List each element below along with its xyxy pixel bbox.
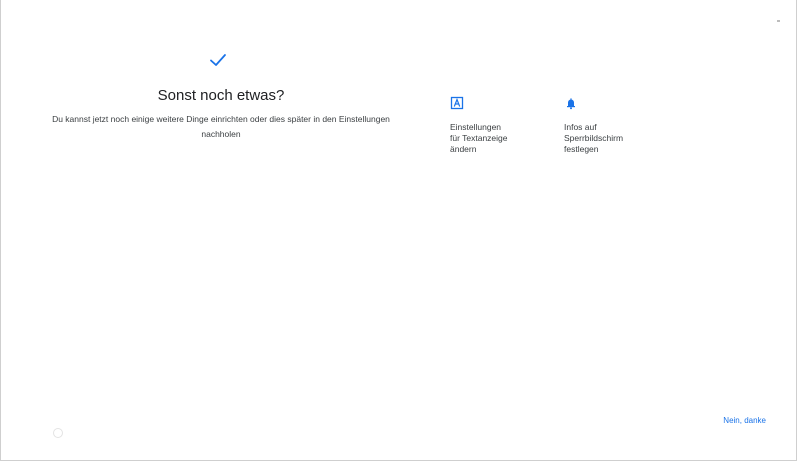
checkmark-icon (210, 54, 226, 66)
page-title: Sonst noch etwas? (157, 87, 285, 104)
text-display-icon (450, 96, 464, 110)
text-display-settings-option[interactable]: Einstellungen für Textanzeige ändern (450, 96, 560, 155)
lock-screen-info-option[interactable]: Infos auf Sperrbildschirm festlegen (564, 96, 674, 155)
lock-screen-info-label: Infos auf Sperrbildschirm festlegen (564, 122, 624, 154)
accessibility-icon[interactable] (53, 428, 63, 438)
status-indicator (777, 20, 780, 22)
text-display-settings-label: Einstellungen für Textanzeige ändern (450, 122, 508, 154)
no-thanks-button[interactable]: Nein, danke (723, 416, 766, 425)
page-description: Du kannst jetzt noch einige weitere Ding… (52, 114, 390, 139)
setup-screen: Sonst noch etwas? Du kannst jetzt noch e… (0, 0, 797, 461)
bell-icon (567, 98, 575, 110)
